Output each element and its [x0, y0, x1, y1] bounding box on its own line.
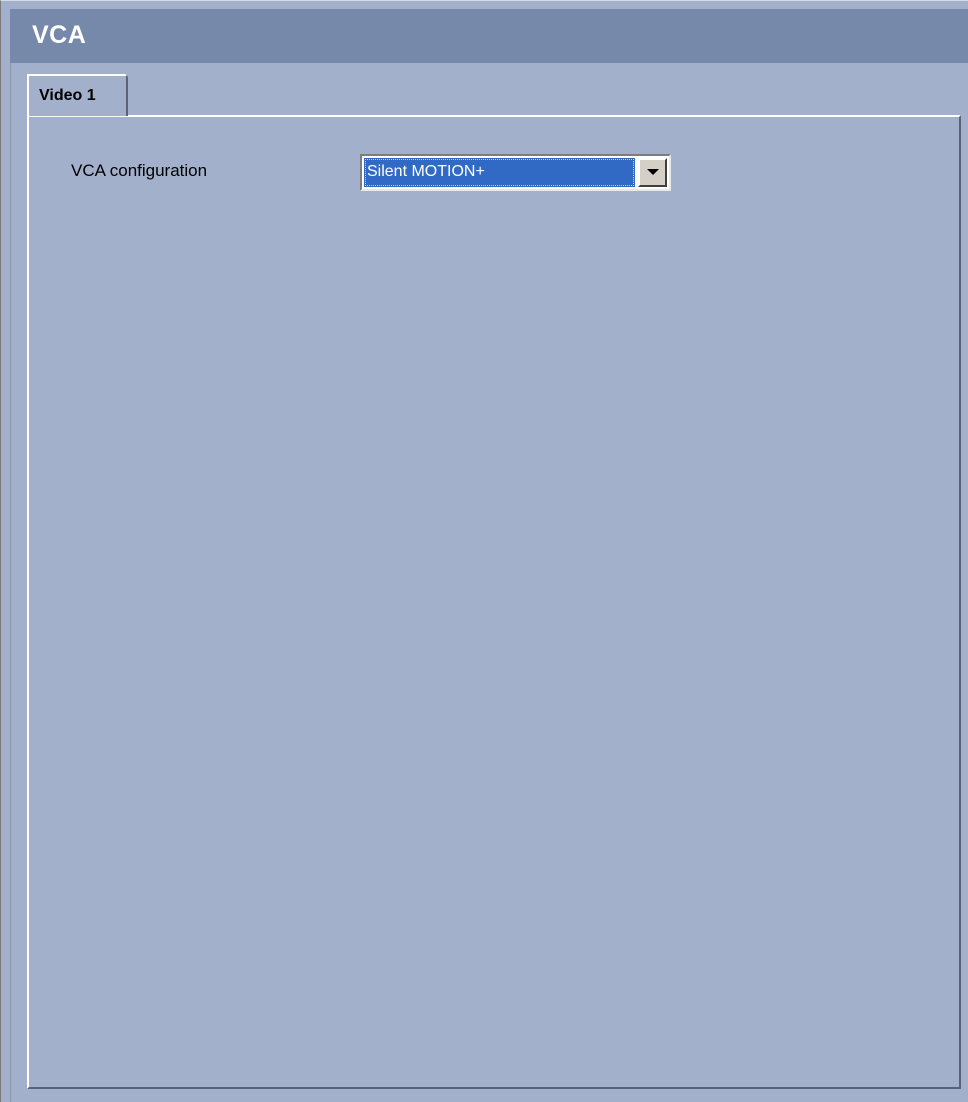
divider: [10, 63, 11, 1102]
dropdown-button[interactable]: [638, 158, 667, 187]
selected-value: Silent MOTION+: [364, 158, 635, 187]
title-bar: VCA: [10, 9, 968, 63]
vca-configuration-label: VCA configuration: [71, 161, 208, 180]
tab-label: Video 1: [39, 87, 96, 104]
tab-panel: VCA configuration Silent MOTION+: [27, 115, 961, 1089]
vca-configuration-select[interactable]: Silent MOTION+: [360, 154, 671, 191]
chevron-down-icon: [647, 169, 659, 175]
tab-video-1[interactable]: Video 1: [27, 74, 128, 116]
vca-page: VCA Video 1 VCA configuration Silent MOT…: [0, 0, 968, 1102]
page-title: VCA: [32, 21, 87, 49]
